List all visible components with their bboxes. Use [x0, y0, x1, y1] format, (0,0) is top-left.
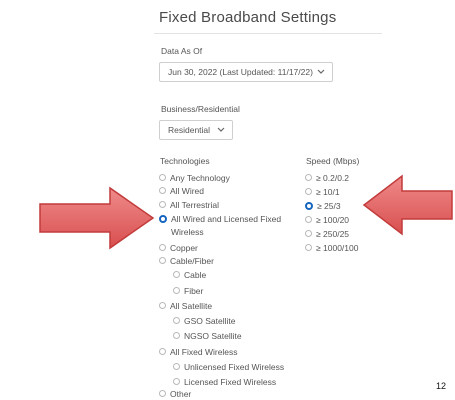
- option-label: Fiber: [184, 286, 204, 296]
- tech-option-ngso-satellite[interactable]: NGSO Satellite: [173, 330, 242, 342]
- tech-option-cable[interactable]: Cable: [173, 269, 206, 281]
- radio-button[interactable]: [159, 390, 166, 398]
- tech-option-wrap-line: Wireless: [171, 227, 204, 237]
- speed-option-100-20[interactable]: ≥ 100/20: [305, 214, 349, 226]
- radio-button-selected[interactable]: [159, 214, 167, 223]
- option-label: ≥ 1000/100: [316, 243, 359, 253]
- tech-option-all-fixed-wireless[interactable]: All Fixed Wireless: [159, 346, 238, 358]
- speed-option-0-2[interactable]: ≥ 0.2/0.2: [305, 172, 349, 184]
- right-arrow-annotation-icon: [39, 186, 155, 250]
- speed-option-10-1[interactable]: ≥ 10/1: [305, 186, 340, 198]
- option-label: Unlicensed Fixed Wireless: [184, 362, 285, 372]
- radio-button[interactable]: [159, 302, 166, 310]
- tech-option-copper[interactable]: Copper: [159, 242, 198, 254]
- option-label: GSO Satellite: [184, 316, 236, 326]
- option-label: ≥ 250/25: [316, 229, 350, 239]
- tech-option-gso-satellite[interactable]: GSO Satellite: [173, 315, 236, 327]
- tech-option-any-technology[interactable]: Any Technology: [159, 172, 230, 184]
- radio-button[interactable]: [305, 216, 312, 224]
- data-as-of-select[interactable]: Jun 30, 2022 (Last Updated: 11/17/22): [159, 62, 333, 82]
- business-residential-select[interactable]: Residential: [159, 120, 233, 140]
- radio-button[interactable]: [305, 174, 312, 182]
- page-number: 12: [435, 381, 446, 391]
- speed-option-25-3[interactable]: ≥ 25/3: [305, 200, 341, 212]
- tech-option-all-wired[interactable]: All Wired: [159, 185, 204, 197]
- option-label: Other: [170, 389, 192, 399]
- option-label: ≥ 100/20: [316, 215, 350, 225]
- radio-button[interactable]: [173, 271, 180, 279]
- radio-button[interactable]: [159, 348, 166, 356]
- data-as-of-value: Jun 30, 2022 (Last Updated: 11/17/22): [168, 67, 313, 77]
- tech-option-all-terrestrial[interactable]: All Terrestrial: [159, 199, 219, 211]
- radio-button[interactable]: [305, 244, 312, 252]
- option-label: Any Technology: [170, 173, 230, 183]
- option-label: All Wired and Licensed Fixed: [171, 214, 282, 224]
- radio-button[interactable]: [159, 201, 166, 209]
- business-residential-label: Business/Residential: [161, 104, 240, 114]
- radio-button[interactable]: [159, 257, 166, 265]
- option-label: ≥ 25/3: [317, 201, 341, 211]
- radio-button-selected[interactable]: [305, 201, 313, 210]
- tech-option-unlicensed-fixed-wireless[interactable]: Unlicensed Fixed Wireless: [173, 361, 284, 373]
- radio-button[interactable]: [173, 332, 180, 340]
- option-label: All Satellite: [170, 301, 213, 311]
- chevron-down-icon: [217, 127, 225, 132]
- option-label: Cable: [184, 270, 207, 280]
- option-label: ≥ 10/1: [316, 187, 340, 197]
- option-label: Cable/Fiber: [170, 256, 214, 266]
- radio-button[interactable]: [173, 378, 180, 386]
- option-label: All Fixed Wireless: [170, 347, 238, 357]
- tech-option-all-satellite[interactable]: All Satellite: [159, 300, 212, 312]
- speed-option-1000-100[interactable]: ≥ 1000/100: [305, 242, 358, 254]
- radio-button[interactable]: [173, 317, 180, 325]
- radio-button[interactable]: [159, 174, 166, 182]
- radio-button[interactable]: [159, 244, 166, 252]
- tech-option-other[interactable]: Other: [159, 388, 191, 400]
- option-label: Licensed Fixed Wireless: [184, 377, 277, 387]
- speed-option-250-25[interactable]: ≥ 250/25: [305, 228, 349, 240]
- tech-option-cable-fiber[interactable]: Cable/Fiber: [159, 255, 214, 267]
- radio-button[interactable]: [305, 230, 312, 238]
- tech-option-fiber[interactable]: Fiber: [173, 285, 203, 297]
- data-as-of-label: Data As Of: [161, 46, 203, 56]
- radio-button[interactable]: [159, 187, 166, 195]
- tech-option-licensed-fixed-wireless[interactable]: Licensed Fixed Wireless: [173, 376, 276, 388]
- speed-label: Speed (Mbps): [306, 156, 360, 166]
- radio-button[interactable]: [173, 363, 180, 371]
- title-divider: [154, 33, 382, 34]
- left-arrow-annotation-icon: [362, 174, 453, 236]
- page-title: Fixed Broadband Settings: [159, 9, 337, 26]
- tech-option-all-wired-licensed-fixed-wireless[interactable]: All Wired and Licensed Fixed: [159, 213, 281, 225]
- radio-button[interactable]: [305, 188, 312, 196]
- business-residential-value: Residential: [168, 125, 211, 135]
- chevron-down-icon: [317, 69, 325, 74]
- option-label: All Terrestrial: [170, 200, 219, 210]
- option-label: Copper: [170, 243, 198, 253]
- option-label: All Wired: [170, 186, 205, 196]
- option-label: NGSO Satellite: [184, 331, 242, 341]
- option-label: ≥ 0.2/0.2: [316, 173, 350, 183]
- radio-button[interactable]: [173, 287, 180, 295]
- technologies-label: Technologies: [160, 156, 210, 166]
